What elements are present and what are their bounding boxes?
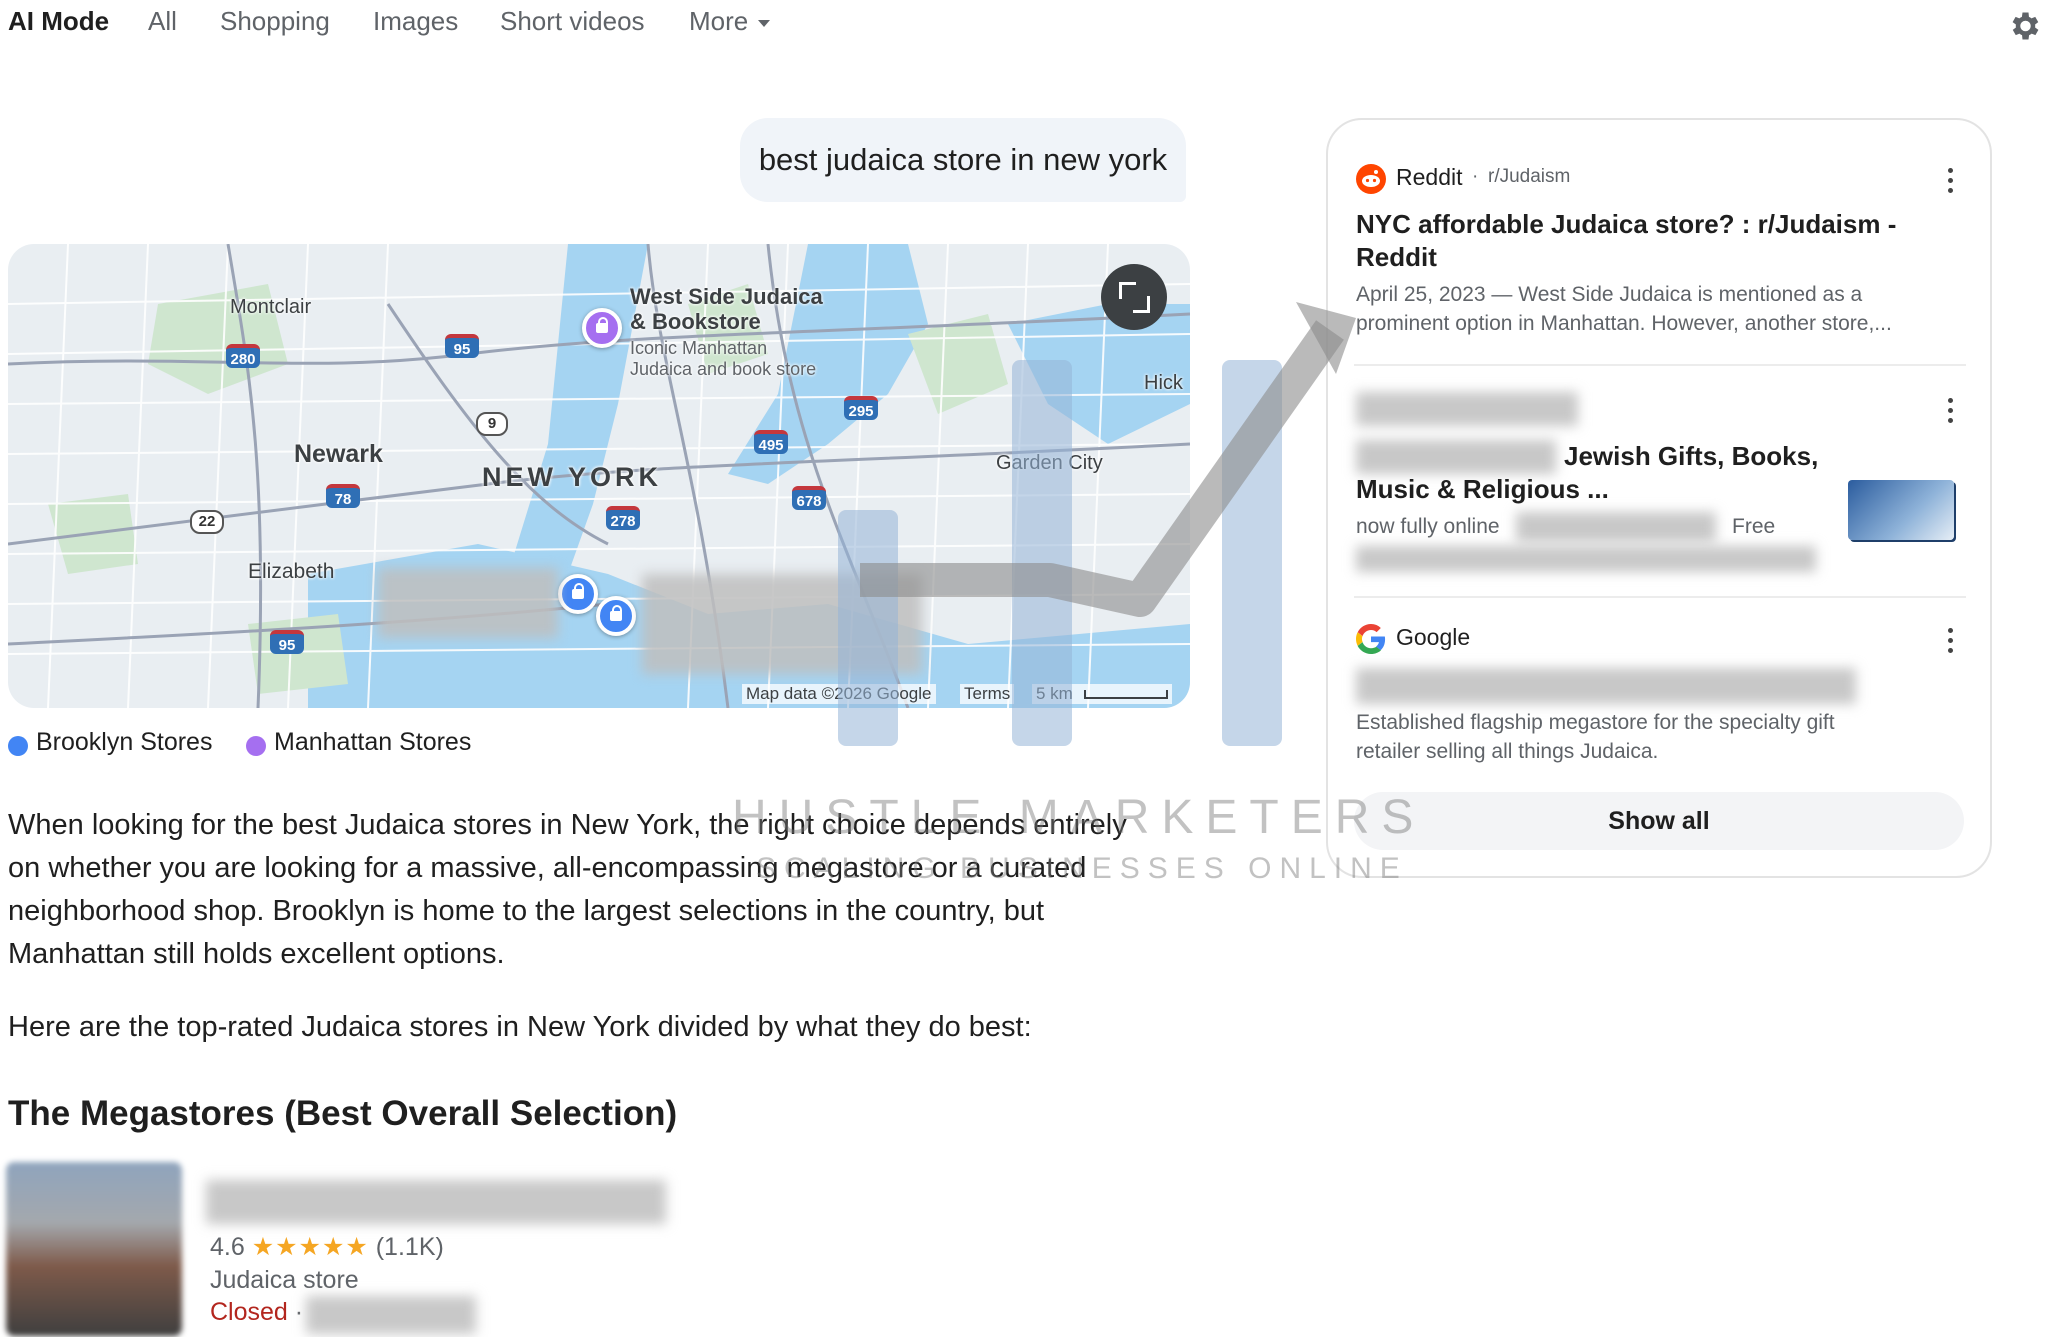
answer-line: neighborhood shop. Brooklyn is home to t… [8, 895, 1045, 927]
snippet-line: April 25, 2023 — West Side Judaica is me… [1356, 283, 1863, 306]
redacted-hours [306, 1296, 476, 1334]
highway-shield: 95 [270, 630, 304, 654]
brooklyn-store-pin[interactable] [558, 574, 598, 614]
pin-label-name: West Side Judaica [630, 284, 823, 309]
brooklyn-store-pin[interactable] [596, 596, 636, 636]
snippet-line: prominent option in Manhattan. However, … [1356, 312, 1892, 335]
tab-short-videos[interactable]: Short videos [500, 6, 645, 37]
watermark-tagline: SCALING BUSINESSES ONLINE [756, 852, 1408, 885]
map-terms-link[interactable]: Terms [960, 684, 1015, 704]
map-label-garden-city: Garden City [996, 452, 1103, 474]
source-title-second[interactable]: Jewish Gifts, Books, Music & Religious .… [1356, 440, 1916, 506]
source-subreddit: r/Judaism [1488, 166, 1571, 187]
highway-shield: 9 [476, 412, 508, 436]
redacted-label [378, 568, 558, 638]
source-name-reddit[interactable]: Reddit [1396, 164, 1462, 191]
status-closed: Closed [210, 1298, 288, 1326]
snippet-right: Free [1732, 515, 1776, 538]
pin-desc-line: Iconic Manhattan [630, 338, 768, 358]
legend-dot-brooklyn [8, 736, 28, 756]
map-label-elizabeth: Elizabeth [248, 560, 335, 583]
pin-desc-line: Judaica and book store [630, 359, 817, 379]
shopping-bag-pin-icon [596, 317, 608, 333]
show-all-button[interactable]: Show all [1354, 792, 1964, 850]
manhattan-store-pin[interactable] [582, 308, 622, 348]
map-scale: 5 km [1032, 684, 1172, 704]
source-title-line: Reddit [1356, 242, 1437, 272]
reddit-logo-icon [1356, 164, 1386, 194]
tab-more[interactable]: More [689, 6, 771, 37]
map-label-new-york: NEW YORK [482, 462, 663, 492]
map-label-hick: Hick [1144, 372, 1183, 394]
highway-shield: 95 [445, 334, 479, 358]
highway-shield: 295 [844, 396, 878, 420]
redacted-source-name [1356, 392, 1578, 426]
source-title-line: Music & Religious ... [1356, 474, 1609, 504]
store-category: Judaica store [210, 1266, 359, 1294]
map[interactable]: Montclair Newark NEW YORK Elizabeth Gard… [8, 244, 1190, 708]
shopping-bag-pin-icon [610, 605, 622, 621]
divider [1354, 596, 1966, 598]
review-count: (1.1K) [375, 1233, 444, 1261]
tab-shopping[interactable]: Shopping [220, 6, 330, 37]
rating-value: 4.6 [210, 1233, 245, 1261]
product-thumbnail[interactable] [1848, 480, 1954, 540]
expand-map-button[interactable] [1101, 264, 1167, 330]
more-vert-icon[interactable] [1948, 168, 1953, 193]
source-snippet-google: Established flagship megastore for the s… [1356, 708, 1956, 766]
redacted-label [642, 574, 922, 674]
divider [1354, 364, 1966, 366]
snippet-line: retailer selling all things Judaica. [1356, 740, 1659, 763]
query-bubble: best judaica store in new york [740, 118, 1186, 202]
tab-ai-mode[interactable]: AI Mode [8, 6, 109, 37]
redacted-store-name[interactable] [206, 1180, 666, 1224]
tab-all[interactable]: All [148, 6, 177, 37]
store-status: Closed · [210, 1298, 303, 1327]
pin-label: West Side Judaica & Bookstore [630, 284, 823, 334]
highway-shield: 678 [792, 486, 826, 510]
highway-shield: 22 [190, 510, 224, 534]
section-heading: The Megastores (Best Overall Selection) [8, 1094, 678, 1133]
google-logo-icon [1355, 624, 1386, 654]
pin-label-name: & Bookstore [630, 309, 761, 334]
source-name-google[interactable]: Google [1396, 624, 1470, 651]
source-snippet-reddit: April 25, 2023 — West Side Judaica is me… [1356, 280, 1956, 338]
status-separator: · [294, 1298, 304, 1326]
watermark-brand: HUSTLE MARKETERS [732, 791, 1426, 844]
more-vert-icon[interactable] [1948, 628, 1953, 653]
store-rating: 4.6 ★★★★★ (1.1K) [210, 1232, 444, 1262]
answer-intro: Here are the top-rated Judaica stores in… [8, 1011, 1032, 1043]
snippet-left: now fully online [1356, 515, 1500, 538]
answer-line: Manhattan still holds excellent options. [8, 938, 505, 970]
redacted-source-title[interactable] [1356, 668, 1856, 704]
shopping-bag-pin-icon [572, 583, 584, 599]
legend-dot-manhattan [246, 736, 266, 756]
snippet-line: Established flagship megastore for the s… [1356, 711, 1835, 734]
highway-shield: 278 [606, 506, 640, 530]
tab-more-label: More [689, 6, 749, 36]
source-title-line: Jewish Gifts, Books, [1564, 441, 1819, 471]
chevron-down-icon [758, 19, 771, 27]
source-dot: · [1472, 166, 1479, 187]
map-scale-label: 5 km [1036, 684, 1073, 703]
source-title-reddit[interactable]: NYC affordable Judaica store? : r/Judais… [1356, 208, 1916, 274]
source-title-line: NYC affordable Judaica store? : r/Judais… [1356, 209, 1897, 239]
legend-label-manhattan: Manhattan Stores [274, 728, 472, 756]
more-vert-icon[interactable] [1948, 398, 1953, 423]
highway-shield: 78 [326, 484, 360, 508]
store-thumbnail[interactable] [6, 1162, 182, 1336]
redacted-snippet [1356, 546, 1816, 572]
highway-shield: 495 [754, 430, 788, 454]
map-label-montclair: Montclair [230, 296, 312, 318]
redacted-snippet [1516, 512, 1716, 542]
legend-label-brooklyn: Brooklyn Stores [36, 728, 213, 756]
highway-shield: 280 [226, 344, 260, 368]
map-attribution: Map data ©2026 Google [742, 684, 936, 704]
map-label-newark: Newark [294, 440, 383, 468]
settings-icon[interactable] [2006, 8, 2042, 44]
rating-stars-icon: ★★★★★ [251, 1233, 369, 1261]
pin-label-description: Iconic Manhattan Judaica and book store [630, 338, 816, 380]
map-scale-bar [1083, 690, 1168, 700]
tab-images[interactable]: Images [373, 6, 458, 37]
